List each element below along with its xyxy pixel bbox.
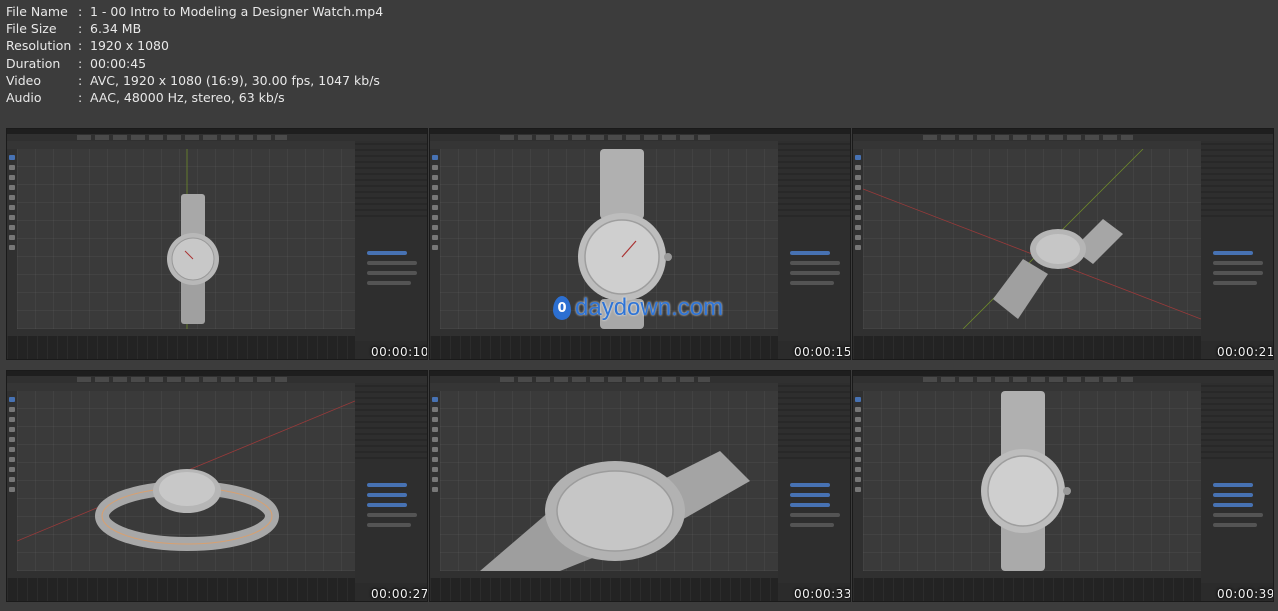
properties-panel <box>778 463 850 583</box>
timestamp-label: 00:00:27 <box>371 587 428 601</box>
video-thumbnail-2[interactable]: 00:00:15 <box>429 128 851 360</box>
watermark-text: daydown.com <box>575 294 724 321</box>
timeline-panel <box>430 571 778 601</box>
watermark-logo: 0 daydown.com <box>553 294 723 322</box>
timestamp-label: 00:00:21 <box>1217 345 1274 359</box>
menu-bar <box>853 134 1273 141</box>
3d-viewport <box>863 149 1201 329</box>
droplet-icon: 0 <box>553 296 571 320</box>
info-separator: : <box>78 38 83 54</box>
viewport-header <box>853 141 1201 149</box>
timestamp-label: 00:00:15 <box>794 345 851 359</box>
timeline-panel <box>853 329 1201 359</box>
info-row-file-name: File Name : 1 - 00 Intro to Modeling a D… <box>6 3 383 20</box>
viewport-header <box>430 141 778 149</box>
3d-viewport <box>863 391 1201 571</box>
info-value: 1920 x 1080 <box>90 38 169 54</box>
viewport-header <box>430 383 778 391</box>
viewport-header <box>7 141 355 149</box>
tool-shelf <box>430 391 440 571</box>
info-key: Resolution <box>6 38 72 54</box>
tool-shelf <box>853 149 863 329</box>
info-separator: : <box>78 72 83 88</box>
timeline-panel <box>853 571 1201 601</box>
watch-model-image <box>17 400 355 551</box>
watch-model-image <box>167 149 219 329</box>
info-value: 1 - 00 Intro to Modeling a Designer Watc… <box>90 4 384 19</box>
outliner-panel <box>355 383 427 463</box>
watch-model-image <box>480 451 750 571</box>
watch-model-image <box>863 149 1201 329</box>
properties-panel <box>355 463 427 583</box>
properties-panel <box>355 221 427 341</box>
video-thumbnail-3[interactable]: 00:00:21 <box>852 128 1274 360</box>
info-separator: : <box>78 55 83 71</box>
info-row-duration: Duration : 00:00:45 <box>6 55 383 72</box>
info-value: AVC, 1920 x 1080 (16:9), 30.00 fps, 1047… <box>90 72 380 88</box>
menu-bar <box>853 376 1273 383</box>
timestamp-label: 00:00:33 <box>794 587 851 601</box>
outliner-panel <box>1201 141 1273 221</box>
info-row-resolution: Resolution : 1920 x 1080 <box>6 37 383 54</box>
outliner-panel <box>778 141 850 221</box>
info-row-audio: Audio : AAC, 48000 Hz, stereo, 63 kb/s <box>6 89 383 106</box>
timeline-panel <box>7 329 355 359</box>
timestamp-label: 00:00:10 <box>371 345 428 359</box>
viewport-header <box>7 383 355 391</box>
tool-shelf <box>7 149 17 329</box>
info-value: 6.34 MB <box>90 21 142 37</box>
timeline-panel <box>7 571 355 601</box>
3d-viewport <box>440 391 778 571</box>
menu-bar <box>430 134 850 141</box>
video-thumbnail-5[interactable]: 00:00:33 <box>429 370 851 602</box>
tool-shelf <box>853 391 863 571</box>
info-value: 00:00:45 <box>90 55 147 71</box>
menu-bar <box>7 376 427 383</box>
info-value: AAC, 48000 Hz, stereo, 63 kb/s <box>90 90 285 106</box>
timeline-panel <box>430 329 778 359</box>
info-separator: : <box>78 21 83 37</box>
menu-bar <box>430 376 850 383</box>
properties-panel <box>1201 463 1273 583</box>
video-thumbnail-1[interactable]: 00:00:10 <box>6 128 428 360</box>
video-thumbnail-4[interactable]: 00:00:27 <box>6 370 428 602</box>
3d-viewport <box>17 149 355 329</box>
info-row-file-size: File Size : 6.34 MB <box>6 20 383 37</box>
properties-panel <box>1201 221 1273 341</box>
menu-bar <box>7 134 427 141</box>
3d-viewport <box>17 391 355 571</box>
info-row-video: Video : AVC, 1920 x 1080 (16:9), 30.00 f… <box>6 72 383 89</box>
watch-model-image <box>981 391 1071 571</box>
info-key: Duration <box>6 55 61 71</box>
tool-shelf <box>430 149 440 329</box>
info-key: Video <box>6 72 42 88</box>
info-separator: : <box>78 90 83 106</box>
outliner-panel <box>778 383 850 463</box>
timestamp-label: 00:00:39 <box>1217 587 1274 601</box>
tool-shelf <box>7 391 17 571</box>
viewport-header <box>853 383 1201 391</box>
info-key: Audio <box>6 90 42 106</box>
info-key: File Name <box>6 4 68 19</box>
file-info-panel: File Name : 1 - 00 Intro to Modeling a D… <box>6 3 383 106</box>
properties-panel <box>778 221 850 341</box>
info-separator: : <box>78 4 83 19</box>
video-thumbnail-6[interactable]: 00:00:39 <box>852 370 1274 602</box>
info-key: File Size <box>6 21 57 37</box>
outliner-panel <box>1201 383 1273 463</box>
outliner-panel <box>355 141 427 221</box>
